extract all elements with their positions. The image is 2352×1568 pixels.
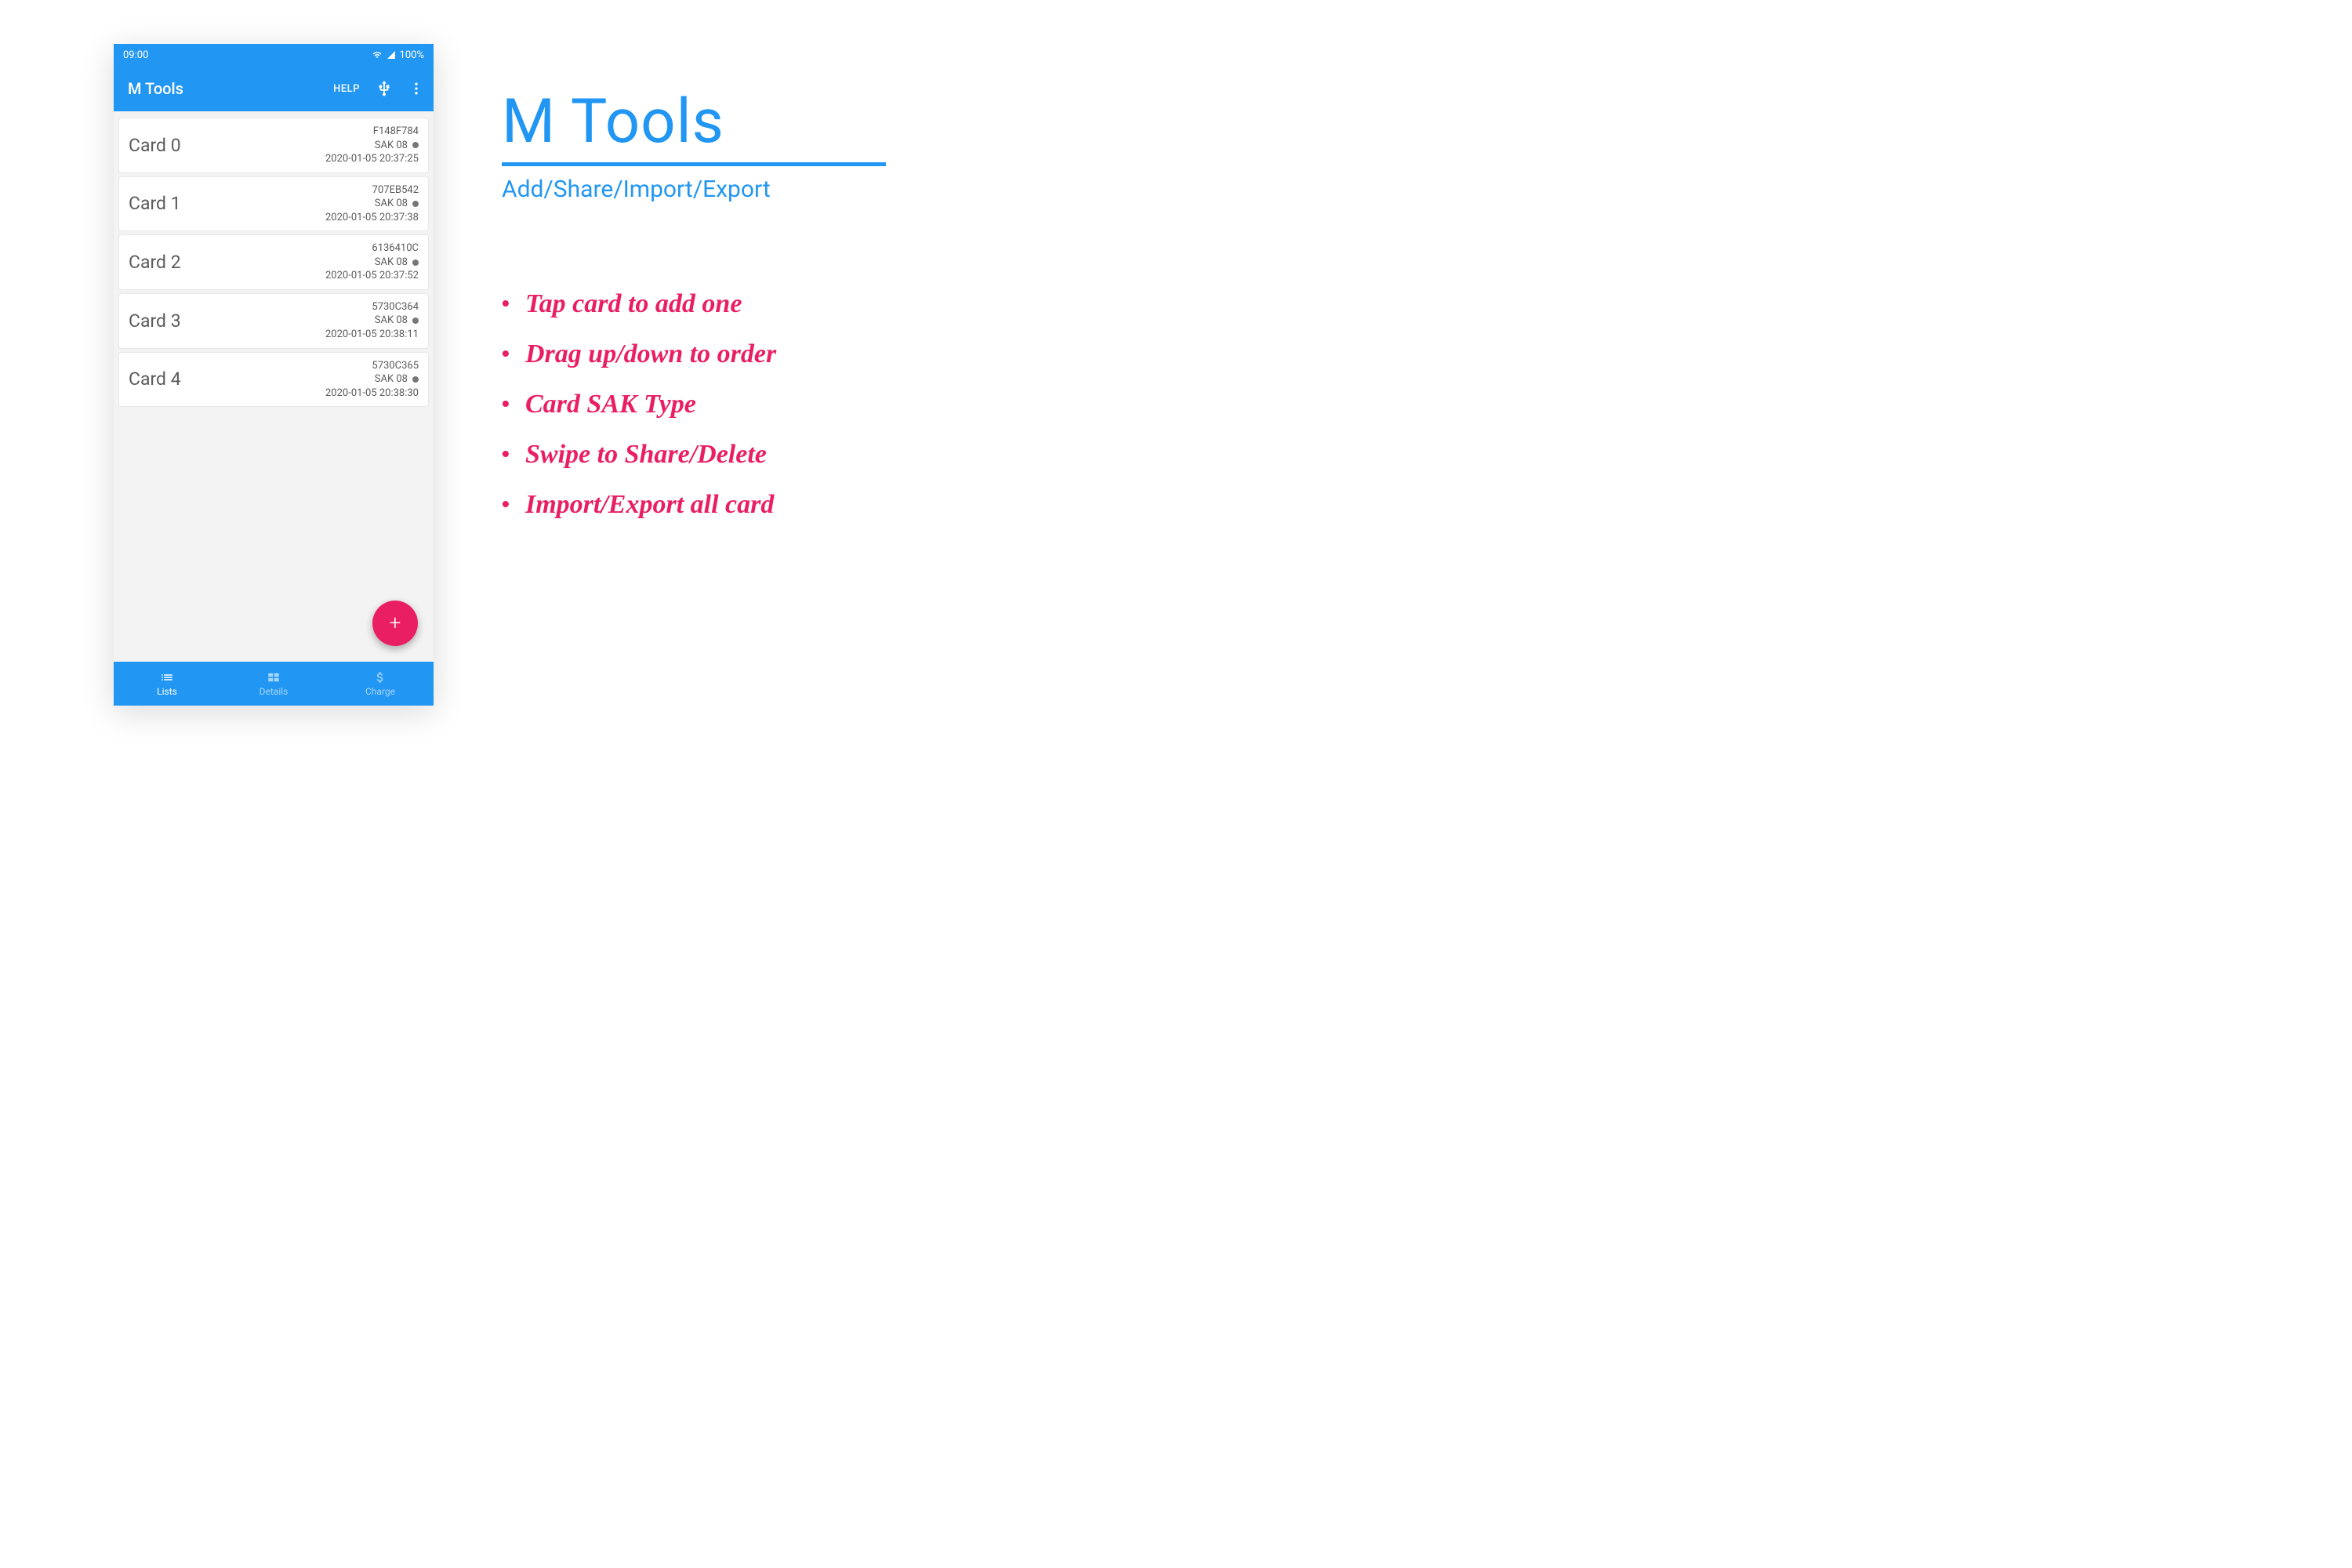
card-item[interactable]: Card 4 5730C365SAK 082020-01-05 20:38:30 (118, 352, 429, 408)
nav-charge[interactable]: Charge (327, 662, 434, 706)
card-name: Card 2 (129, 252, 181, 273)
card-item[interactable]: Card 0 F148F784SAK 082020-01-05 20:37:25 (118, 118, 429, 173)
card-list: Card 0F148F784SAK 082020-01-05 20:37:25C… (114, 111, 434, 662)
card-meta: 5730C364SAK 082020-01-05 20:38:11 (325, 300, 419, 342)
nav-lists[interactable]: Lists (114, 662, 220, 706)
promo-bullet-list: Tap card to add one Drag up/down to order… (502, 289, 956, 520)
sak-dot-icon (412, 142, 419, 148)
status-time: 09:00 (123, 49, 148, 61)
card-id: 6136410C (325, 241, 419, 256)
plus-icon: + (390, 612, 401, 635)
card-name: Card 1 (129, 193, 181, 214)
sak-dot-icon (412, 376, 419, 383)
nav-charge-label: Charge (365, 686, 395, 697)
card-meta: 5730C365SAK 082020-01-05 20:38:30 (325, 359, 419, 401)
promo-divider (502, 162, 886, 166)
nav-details-label: Details (260, 686, 289, 697)
wifi-icon (372, 50, 383, 60)
card-sak: SAK 08 (375, 256, 408, 270)
dollar-icon (372, 670, 388, 684)
card-sak: SAK 08 (375, 197, 408, 211)
nav-details[interactable]: Details (220, 662, 327, 706)
signal-icon (386, 50, 397, 60)
more-icon[interactable] (408, 81, 424, 96)
card-item[interactable]: Card 1 707EB542SAK 082020-01-05 20:37:38 (118, 176, 429, 232)
status-battery: 100% (400, 49, 424, 61)
card-id: 5730C365 (325, 359, 419, 373)
card-item[interactable]: Card 3 5730C364SAK 082020-01-05 20:38:11 (118, 293, 429, 349)
card-name: Card 3 (129, 310, 181, 332)
app-bar: M Tools HELP (114, 66, 434, 111)
card-id: 5730C364 (325, 300, 419, 314)
card-item[interactable]: Card 2 6136410CSAK 082020-01-05 20:37:52 (118, 234, 429, 290)
nav-lists-label: Lists (157, 686, 177, 697)
card-id: F148F784 (325, 125, 419, 139)
list-icon (159, 670, 175, 684)
card-name: Card 4 (129, 368, 181, 390)
card-timestamp: 2020-01-05 20:38:30 (325, 387, 419, 401)
help-button[interactable]: HELP (333, 83, 360, 95)
promo-bullet: Import/Export all card (502, 490, 956, 520)
promo-bullet: Card SAK Type (502, 390, 956, 419)
promo-bullet: Tap card to add one (502, 289, 956, 319)
app-title: M Tools (128, 79, 333, 98)
card-name: Card 0 (129, 135, 181, 156)
sak-dot-icon (412, 201, 419, 207)
card-timestamp: 2020-01-05 20:37:52 (325, 269, 419, 283)
bottom-nav: Lists Details Charge (114, 662, 434, 706)
sak-dot-icon (412, 260, 419, 266)
card-sak: SAK 08 (375, 139, 408, 153)
promo-panel: M Tools Add/Share/Import/Export Tap card… (502, 86, 956, 540)
card-timestamp: 2020-01-05 20:38:11 (325, 328, 419, 342)
phone-frame: 09:00 100% M Tools HELP Card 0F148F784SA… (114, 44, 434, 706)
card-sak: SAK 08 (375, 372, 408, 387)
card-meta: F148F784SAK 082020-01-05 20:37:25 (325, 125, 419, 166)
usb-icon[interactable] (376, 80, 393, 97)
sak-dot-icon (412, 318, 419, 324)
details-icon (266, 670, 281, 684)
card-meta: 707EB542SAK 082020-01-05 20:37:38 (325, 183, 419, 225)
promo-bullet: Swipe to Share/Delete (502, 440, 956, 470)
status-bar: 09:00 100% (114, 44, 434, 66)
fab-add[interactable]: + (372, 601, 418, 646)
card-meta: 6136410CSAK 082020-01-05 20:37:52 (325, 241, 419, 283)
status-indicators: 100% (372, 49, 424, 61)
card-id: 707EB542 (325, 183, 419, 198)
card-timestamp: 2020-01-05 20:37:25 (325, 152, 419, 166)
app-actions: HELP (333, 80, 424, 97)
card-timestamp: 2020-01-05 20:37:38 (325, 211, 419, 225)
promo-bullet: Drag up/down to order (502, 339, 956, 369)
promo-title: M Tools (502, 86, 956, 158)
card-sak: SAK 08 (375, 314, 408, 328)
promo-subtitle: Add/Share/Import/Export (502, 176, 956, 203)
